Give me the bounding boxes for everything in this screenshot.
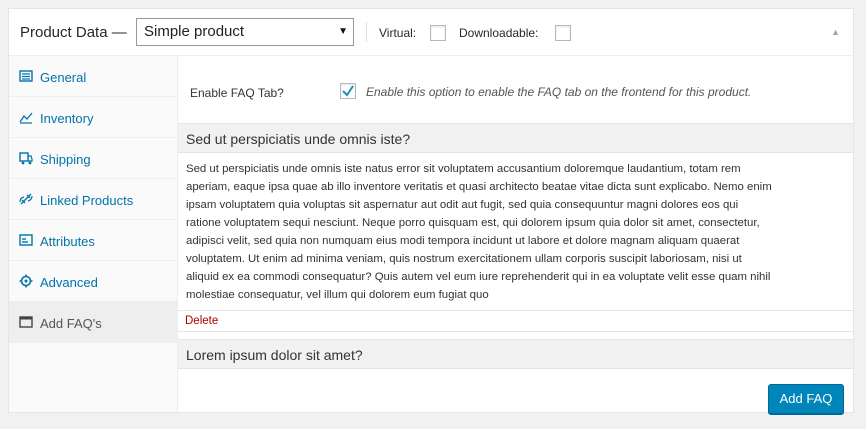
tab-add-faqs[interactable]: Add FAQ's: [9, 302, 177, 343]
product-data-tabs: General Inventory Shipping Linked Produc…: [9, 56, 178, 412]
enable-faq-label: Enable FAQ Tab?: [190, 86, 284, 100]
tab-advanced[interactable]: Advanced: [9, 261, 177, 302]
downloadable-label: Downloadable:: [459, 26, 539, 40]
window-icon: [19, 316, 33, 328]
answer-line: Sed ut perspiciatis unde omnis iste natu…: [186, 163, 741, 175]
answer-line: adipisci velit, sed quia non numquam eiu…: [186, 235, 740, 247]
tab-label: Attributes: [40, 234, 95, 249]
enable-faq-checkbox[interactable]: [340, 83, 356, 99]
tab-label: Shipping: [40, 152, 91, 167]
header-divider: [366, 22, 367, 42]
answer-line: voluptatem. Ut enim ad minima veniam, qu…: [186, 253, 742, 265]
link-icon: [19, 193, 33, 205]
product-data-title: Product Data —: [20, 24, 127, 41]
product-type-value: Simple product: [144, 23, 245, 40]
general-icon: [19, 70, 33, 82]
shipping-icon: [19, 152, 33, 165]
gear-icon: [19, 274, 33, 288]
virtual-label: Virtual:: [379, 26, 417, 40]
tab-linked-products[interactable]: Linked Products: [9, 179, 177, 220]
tab-label: Add FAQ's: [40, 316, 102, 331]
product-data-box: Product Data — Simple product ▼ Virtual:…: [8, 8, 854, 414]
answer-line: ipsam voluptatem quia voluptas sit asper…: [186, 199, 739, 211]
chevron-down-icon: ▼: [338, 26, 348, 37]
faq-question[interactable]: Lorem ipsum dolor sit amet?: [178, 339, 853, 369]
tab-label: Linked Products: [40, 193, 134, 208]
add-faq-button[interactable]: Add FAQ: [768, 384, 844, 414]
faq-actions: Delete: [178, 310, 853, 332]
tab-label: Advanced: [40, 275, 98, 290]
answer-line: molestiae consequatur, vel illum qui dol…: [186, 289, 489, 301]
virtual-checkbox[interactable]: [430, 25, 446, 41]
tab-general[interactable]: General: [9, 56, 177, 97]
checkmark-icon: [342, 85, 354, 97]
attributes-icon: [19, 234, 33, 246]
downloadable-checkbox[interactable]: [555, 25, 571, 41]
answer-line: ratione voluptatem sequi nesciunt. Neque…: [186, 217, 760, 229]
product-data-header: Product Data — Simple product ▼ Virtual:…: [9, 9, 853, 56]
triangle-up-icon[interactable]: ▲: [831, 27, 840, 37]
tab-attributes[interactable]: Attributes: [9, 220, 177, 261]
tab-label: General: [40, 70, 87, 85]
faq-answer[interactable]: Sed ut perspiciatis unde omnis iste natu…: [186, 160, 845, 304]
answer-line: aperiam, eaque ipsa quae ab illo invento…: [186, 181, 772, 193]
product-type-select[interactable]: Simple product ▼: [136, 18, 354, 46]
faq-question[interactable]: Sed ut perspiciatis unde omnis iste?: [178, 123, 853, 153]
tab-shipping[interactable]: Shipping: [9, 138, 177, 179]
faq-panel: Enable FAQ Tab? Enable this option to en…: [178, 56, 853, 414]
inventory-icon: [19, 112, 33, 124]
tab-label: Inventory: [40, 111, 94, 126]
answer-line: aliquid ex ea commodi consequatur? Quis …: [186, 271, 771, 283]
delete-link[interactable]: Delete: [185, 315, 218, 327]
enable-faq-description: Enable this option to enable the FAQ tab…: [366, 85, 752, 99]
tab-inventory[interactable]: Inventory: [9, 97, 177, 138]
